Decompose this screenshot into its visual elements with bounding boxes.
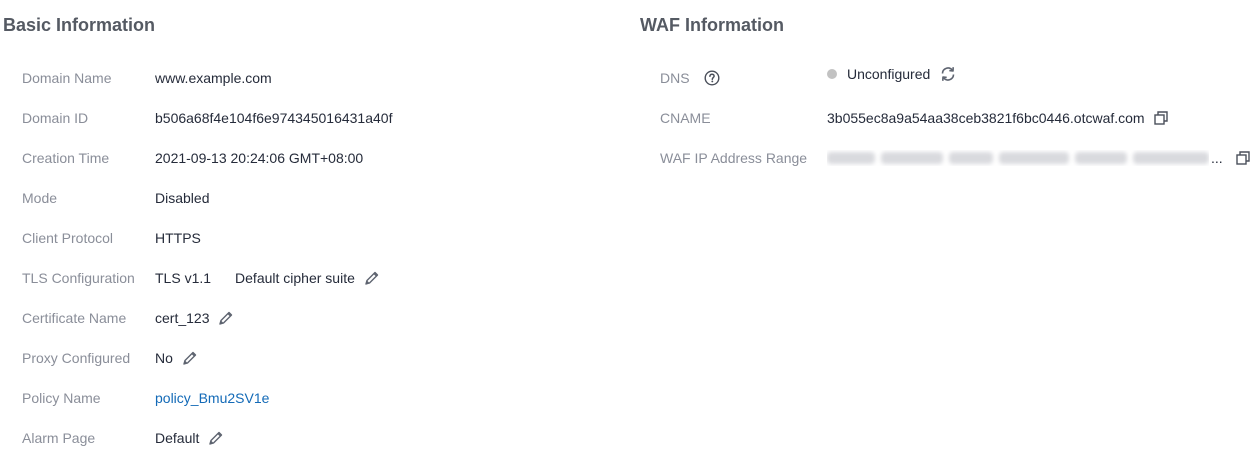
cname-text: 3b055ec8a9a54aa38ceb3821f6bc0446.otcwaf.… bbox=[827, 110, 1145, 126]
alarm-page-value: Default bbox=[155, 430, 224, 446]
ip-range-value: ... bbox=[827, 150, 1251, 166]
copy-icon[interactable] bbox=[1235, 150, 1251, 166]
edit-icon[interactable] bbox=[364, 270, 380, 286]
policy-name-label: Policy Name bbox=[22, 390, 101, 406]
proxy-configured-text: No bbox=[155, 350, 173, 366]
policy-name-link[interactable]: policy_Bmu2SV1e bbox=[155, 390, 269, 406]
client-protocol-label: Client Protocol bbox=[22, 230, 114, 246]
edit-icon[interactable] bbox=[208, 430, 224, 446]
certificate-name-text: cert_123 bbox=[155, 310, 210, 326]
dns-label-group: DNS bbox=[660, 70, 720, 86]
alarm-page-text: Default bbox=[155, 430, 200, 446]
edit-icon[interactable] bbox=[182, 350, 198, 366]
domain-id-label: Domain ID bbox=[22, 110, 89, 126]
ip-range-label: WAF IP Address Range bbox=[660, 150, 808, 166]
help-icon[interactable] bbox=[704, 70, 720, 86]
ip-range-ellipsis: ... bbox=[1211, 150, 1223, 166]
certificate-name-label: Certificate Name bbox=[22, 310, 127, 326]
domain-name-label: Domain Name bbox=[22, 70, 112, 86]
dns-status: Unconfigured bbox=[827, 65, 957, 83]
alarm-page-label: Alarm Page bbox=[22, 430, 96, 446]
tls-cipher-suite: Default cipher suite bbox=[235, 270, 355, 286]
dns-status-text: Unconfigured bbox=[847, 66, 931, 82]
client-protocol-value: HTTPS bbox=[155, 230, 201, 246]
tls-configuration-value: TLS v1.1 Default cipher suite bbox=[155, 270, 380, 286]
certificate-name-value: cert_123 bbox=[155, 310, 234, 326]
domain-name-value: www.example.com bbox=[155, 70, 272, 86]
mode-label: Mode bbox=[22, 190, 58, 206]
tls-configuration-label: TLS Configuration bbox=[22, 270, 135, 286]
creation-time-label: Creation Time bbox=[22, 150, 110, 166]
status-dot-icon bbox=[827, 69, 837, 79]
edit-icon[interactable] bbox=[218, 310, 234, 326]
dns-label: DNS bbox=[660, 70, 690, 86]
mode-value: Disabled bbox=[155, 190, 210, 206]
proxy-configured-value: No bbox=[155, 350, 198, 366]
cname-value: 3b055ec8a9a54aa38ceb3821f6bc0446.otcwaf.… bbox=[827, 110, 1169, 126]
proxy-configured-label: Proxy Configured bbox=[22, 350, 131, 366]
basic-info-title: Basic Information bbox=[3, 15, 156, 35]
ip-range-redacted bbox=[827, 150, 1209, 166]
creation-time-value: 2021-09-13 20:24:06 GMT+08:00 bbox=[155, 150, 364, 166]
domain-id-value: b506a68f4e104f6e974345016431a40f bbox=[155, 110, 393, 126]
waf-info-title: WAF Information bbox=[640, 15, 784, 35]
copy-icon[interactable] bbox=[1153, 110, 1169, 126]
cname-label: CNAME bbox=[660, 110, 711, 126]
tls-version: TLS v1.1 bbox=[155, 270, 212, 286]
refresh-icon[interactable] bbox=[939, 65, 957, 83]
